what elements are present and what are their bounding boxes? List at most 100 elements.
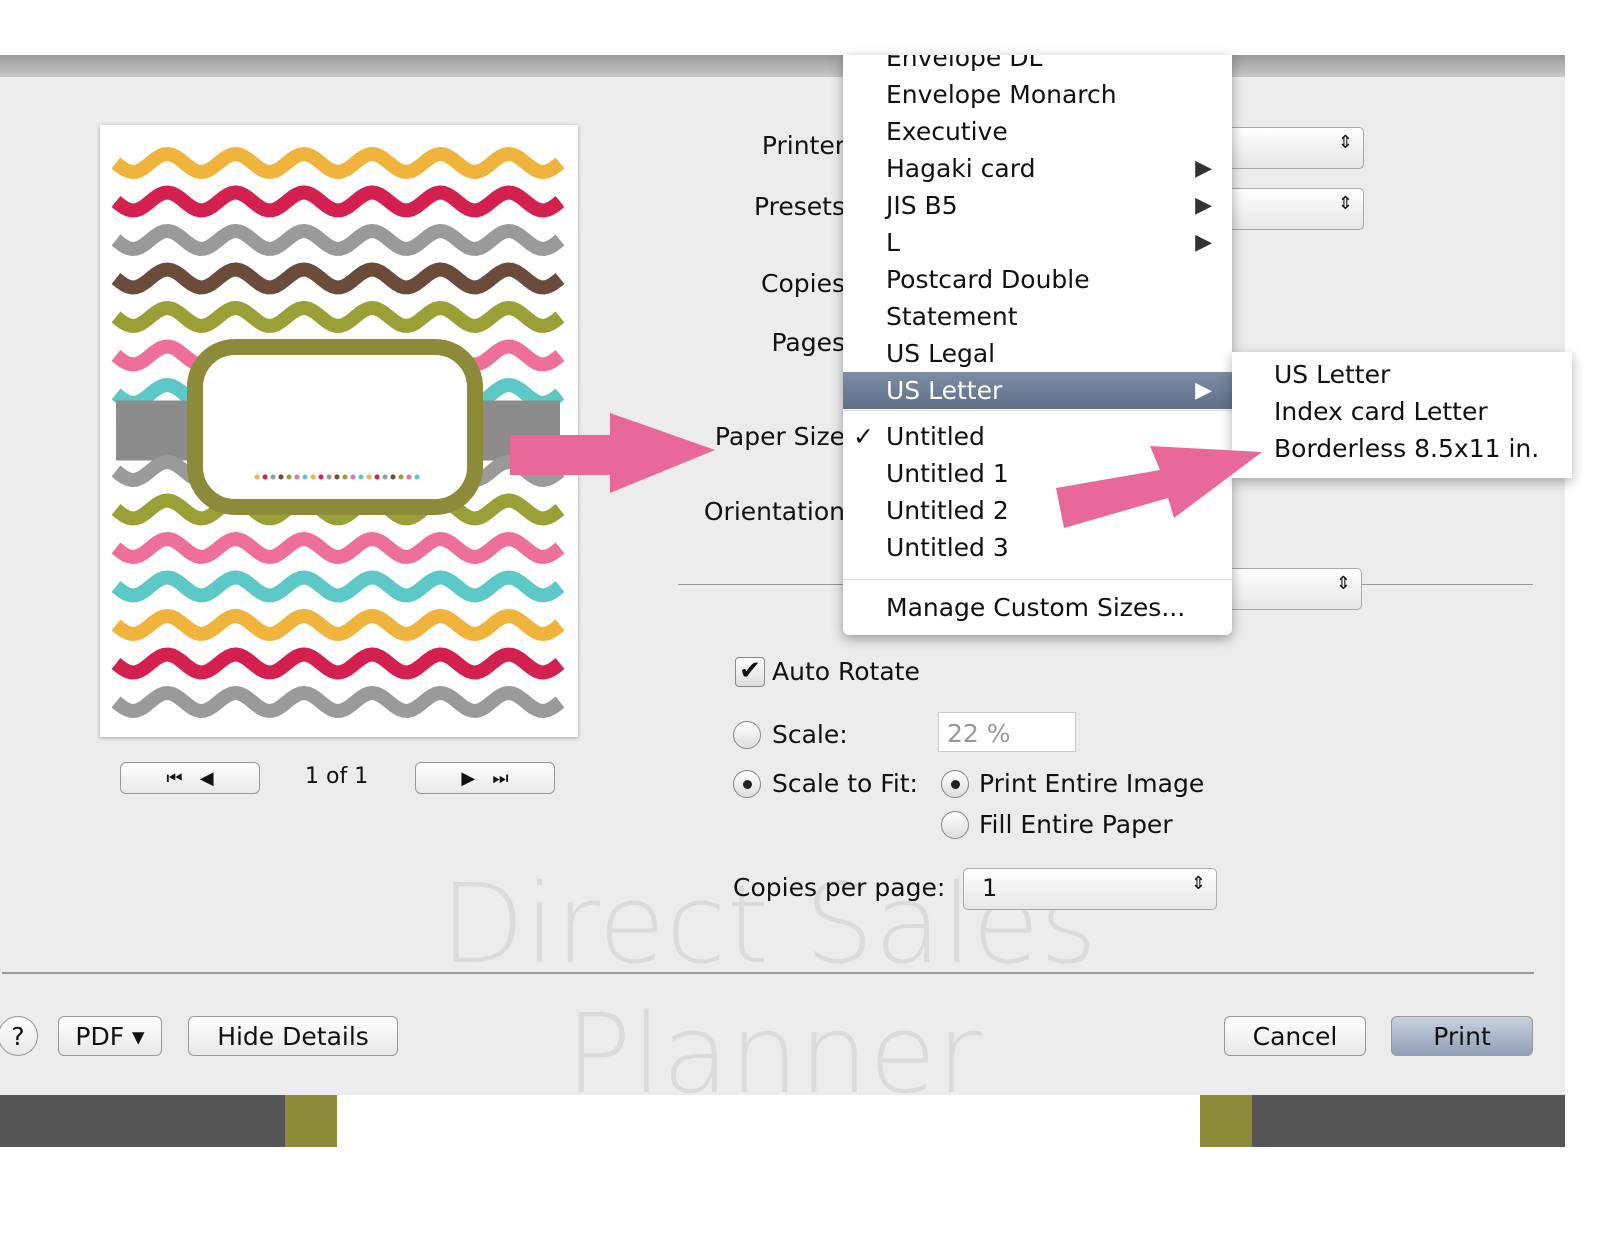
menu-item-label: US Letter [886, 376, 1003, 405]
menu-item[interactable]: JIS B5 ▶ [843, 187, 1232, 224]
cancel-button[interactable]: Cancel [1224, 1016, 1366, 1056]
paper-size-menu[interactable]: Envelope DL Envelope Monarch Executive Haga… [843, 55, 1232, 635]
dot [382, 474, 388, 480]
annotation-arrow-right [1056, 446, 1262, 528]
printer-label: Printer [761, 131, 845, 160]
menu-item[interactable]: US Letter ▶ [843, 372, 1232, 409]
auto-rotate-label: Auto Rotate [772, 657, 920, 686]
pages-label: Pages [771, 328, 845, 357]
menu-item-label: Hagaki card [886, 154, 1036, 183]
menu-item[interactable]: Hagaki card ▶ [843, 150, 1232, 187]
auto-rotate-checkbox[interactable]: ✔ [735, 657, 765, 687]
print-entire-image-label: Print Entire Image [979, 769, 1205, 798]
dot [254, 474, 260, 480]
menu-item[interactable]: Envelope DL [843, 55, 1232, 76]
dot [406, 474, 412, 480]
submenu-arrow-icon: ▶ [1195, 193, 1212, 218]
dot [294, 474, 300, 480]
scale-radio[interactable] [733, 721, 761, 749]
menu-item-label: Envelope DL [886, 55, 1043, 72]
dot [302, 474, 308, 480]
wave-stripe [111, 608, 565, 642]
copies-per-page-value: 1 [982, 874, 998, 902]
manage-custom-sizes-item[interactable]: Manage Custom Sizes... [843, 589, 1232, 626]
presets-label: Presets [754, 192, 845, 221]
menu-item-label: JIS B5 [886, 191, 958, 220]
menu-item[interactable]: Statement [843, 298, 1232, 335]
print-button[interactable]: Print [1391, 1016, 1533, 1056]
label-frame [187, 339, 483, 515]
watermark-line2: Planner [565, 990, 982, 1118]
submenu-arrow-icon: ▶ [1195, 378, 1212, 403]
scale-to-fit-label: Scale to Fit: [772, 769, 918, 798]
last-page-icon[interactable]: ⏭ [492, 768, 508, 789]
fill-entire-paper-label: Fill Entire Paper [979, 810, 1173, 839]
wave-stripe [111, 531, 565, 565]
dot [278, 474, 284, 480]
menu-item-label: Untitled 2 [886, 496, 1009, 525]
fill-entire-paper-radio[interactable] [941, 811, 969, 839]
dot [414, 474, 420, 480]
print-entire-image-radio[interactable] [941, 770, 969, 798]
footer-divider [2, 972, 1534, 974]
app-options-select[interactable]: ⇕ [1225, 568, 1362, 610]
dot [262, 474, 268, 480]
dot [342, 474, 348, 480]
dot [286, 474, 292, 480]
menu-item[interactable]: L ▶ [843, 224, 1232, 261]
page-indicator: 1 of 1 [305, 764, 369, 789]
menu-item-label: Untitled [886, 422, 985, 451]
submenu-arrow-icon: ▶ [1195, 156, 1212, 181]
menu-item-label: Executive [886, 117, 1008, 146]
next-last-page-buttons[interactable]: ▶ ⏭ [415, 762, 555, 794]
prev-page-icon[interactable]: ◀ [200, 768, 214, 789]
menu-item[interactable]: US Legal [843, 335, 1232, 372]
copies-label: Copies [761, 269, 845, 298]
printer-select[interactable]: ⇕ [1225, 127, 1364, 169]
submenu-item[interactable]: Borderless 8.5x11 in. [1274, 434, 1539, 463]
scale-input[interactable]: 22 % [938, 712, 1076, 752]
menu-item[interactable]: Envelope Monarch [843, 76, 1232, 113]
menu-item-label: Statement [886, 302, 1018, 331]
scale-label: Scale: [772, 720, 848, 749]
dot [334, 474, 340, 480]
wave-stripe [111, 223, 565, 257]
menu-item-label: L [886, 228, 900, 257]
menu-item[interactable]: Postcard Double [843, 261, 1232, 298]
wave-stripe [111, 300, 565, 334]
submenu-arrow-icon: ▶ [1195, 230, 1212, 255]
dot [390, 474, 396, 480]
menu-separator [843, 410, 1232, 411]
dot [366, 474, 372, 480]
submenu-item[interactable]: US Letter [1274, 360, 1390, 389]
window-title-bar [0, 55, 1565, 77]
menu-separator [843, 579, 1232, 580]
first-page-icon[interactable]: ⏮ [166, 768, 182, 789]
first-prev-page-buttons[interactable]: ⏮ ◀ [120, 762, 260, 794]
copies-per-page-select[interactable]: 1 ⇕ [963, 868, 1217, 910]
dot [270, 474, 276, 480]
next-page-icon[interactable]: ▶ [461, 768, 475, 789]
wave-stripe [111, 570, 565, 603]
wave-stripe [111, 185, 565, 218]
menu-item-label: Envelope Monarch [886, 80, 1117, 109]
wave-stripe [111, 647, 565, 680]
submenu-item[interactable]: Index card Letter [1274, 397, 1488, 426]
menu-item-label: Postcard Double [886, 265, 1090, 294]
presets-select[interactable]: ⇕ [1225, 188, 1364, 230]
dot [358, 474, 364, 480]
menu-item-label: Manage Custom Sizes... [886, 593, 1186, 622]
dot [310, 474, 316, 480]
menu-item-label: Untitled 1 [886, 459, 1009, 488]
checkmark-icon: ✓ [853, 422, 874, 451]
annotation-arrow-left [510, 413, 715, 493]
scale-to-fit-radio[interactable] [733, 770, 761, 798]
us-letter-submenu[interactable]: US Letter Index card Letter Borderless 8.5… [1232, 352, 1572, 478]
wave-stripe [111, 262, 565, 295]
dot [326, 474, 332, 480]
menu-item[interactable]: Executive [843, 113, 1232, 150]
menu-item-label: Untitled 3 [886, 533, 1009, 562]
pdf-menu-button[interactable]: PDF ▾ [58, 1016, 162, 1056]
hide-details-button[interactable]: Hide Details [188, 1016, 398, 1056]
stepper-icon: ⇕ [1190, 873, 1206, 894]
